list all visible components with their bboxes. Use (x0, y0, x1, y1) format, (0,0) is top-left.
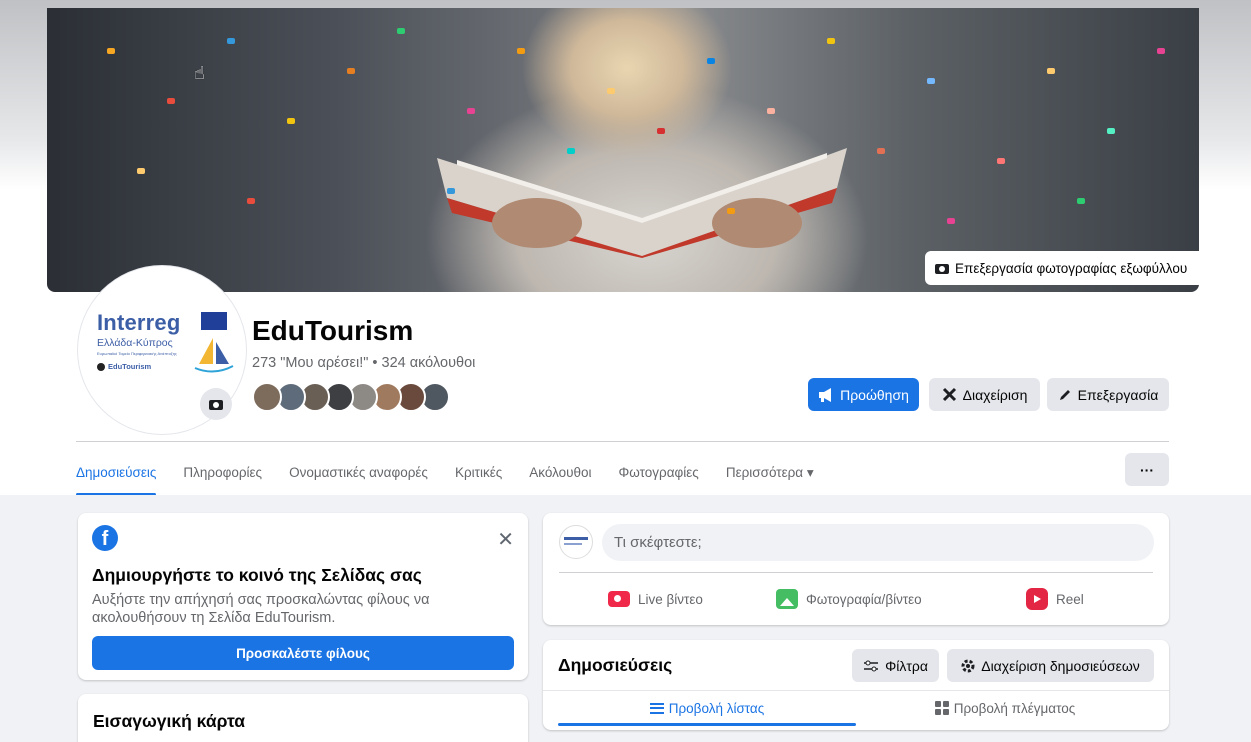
promote-button[interactable]: Προώθηση (808, 378, 919, 411)
grid-icon (934, 701, 949, 715)
active-tab-indicator (558, 723, 856, 726)
tab-more[interactable]: Περισσότερα ▾ (726, 455, 814, 495)
camera-icon (209, 398, 223, 410)
reel-label: Reel (1056, 591, 1084, 607)
follower-avatars[interactable] (252, 382, 450, 412)
eu-flag-icon (201, 312, 227, 330)
megaphone-icon (819, 387, 832, 402)
filters-button[interactable]: Φίλτρα (852, 649, 939, 682)
gear-icon (961, 659, 975, 672)
promote-label: Προώθηση (840, 386, 909, 403)
tab-photos[interactable]: Φωτογραφίες (619, 455, 699, 495)
photo-icon (776, 589, 798, 609)
photo-video-button[interactable]: Φωτογραφία/βίντεο (776, 585, 922, 613)
tab-followers[interactable]: Ακόλουθοι (529, 455, 591, 495)
posts-header-card: Δημοσιεύσεις Φίλτρα Διαχείριση δημοσιεύσ… (543, 640, 1169, 730)
page-stats: 273 "Μου αρέσει!" • 324 ακόλουθοι (252, 355, 476, 371)
logo-tagline: Ευρωπαϊκό Ταμείο Περιφερειακής Ανάπτυξης (97, 351, 177, 356)
mouse-cursor-icon: ☝ (194, 63, 205, 83)
header-divider (76, 441, 1169, 442)
follower-avatar[interactable] (252, 382, 282, 412)
cover-photo[interactable]: Επεξεργασία φωτογραφίας εξωφύλλου (47, 8, 1199, 292)
edit-cover-label: Επεξεργασία φωτογραφίας εξωφύλλου (955, 260, 1188, 276)
manage-label: Διαχείριση (962, 386, 1028, 403)
posts-divider (543, 690, 1169, 691)
promo-text: Αυξήστε την απήχησή σας προσκαλώντας φίλ… (92, 592, 430, 626)
composer-divider (559, 572, 1153, 573)
update-profile-picture-button[interactable] (200, 388, 232, 420)
tab-reviews[interactable]: Κριτικές (455, 455, 502, 495)
reel-icon (1026, 588, 1048, 610)
manage-posts-button[interactable]: Διαχείριση δημοσιεύσεων (947, 649, 1154, 682)
list-view-label: Προβολή λίστας (668, 700, 765, 716)
page-title: EduTourism (252, 315, 414, 346)
posts-title: Δημοσιεύσεις (558, 655, 673, 675)
photo-video-label: Φωτογραφία/βίντεο (806, 591, 922, 607)
edit-cover-photo-button[interactable]: Επεξεργασία φωτογραφίας εξωφύλλου (925, 251, 1199, 285)
interreg-logo: Interreg Ελλάδα-Κύπρος Ευρωπαϊκό Ταμείο … (97, 310, 237, 373)
live-video-label: Live βίντεο (638, 591, 703, 607)
live-video-icon (608, 591, 630, 607)
composer-input[interactable]: Τι σκέφτεστε; (602, 524, 1154, 561)
invite-friends-button[interactable]: Προσκαλέστε φίλους (92, 636, 514, 670)
tab-about[interactable]: Πληροφορίες (183, 455, 262, 495)
grid-view-tab[interactable]: Προβολή πλέγματος (856, 692, 1154, 724)
audience-promo-card: f ✕ Δημιουργήστε το κοινό της Σελίδας σα… (78, 513, 528, 680)
list-view-tab[interactable]: Προβολή λίστας (558, 692, 856, 724)
more-options-button[interactable]: ··· (1125, 453, 1169, 486)
camera-icon (935, 262, 949, 274)
filter-icon (864, 660, 879, 671)
page-avatar[interactable]: Interreg Ελλάδα-Κύπρος Ευρωπαϊκό Ταμείο … (78, 266, 246, 434)
sailboat-icon (194, 338, 234, 373)
tab-mentions[interactable]: Ονομαστικές αναφορές (289, 455, 428, 495)
grid-view-label: Προβολή πλέγματος (953, 700, 1076, 716)
manage-button[interactable]: Διαχείριση (929, 378, 1040, 411)
live-video-button[interactable]: Live βίντεο (608, 585, 703, 613)
intro-title: Εισαγωγική κάρτα (93, 711, 246, 731)
tab-posts[interactable]: Δημοσιεύσεις (76, 455, 157, 496)
composer-avatar (559, 525, 593, 559)
page-tabs: Δημοσιεύσεις Πληροφορίες Ονομαστικές ανα… (76, 455, 841, 496)
pencil-icon (1059, 389, 1070, 400)
edit-page-button[interactable]: Επεξεργασία (1047, 378, 1169, 411)
tools-icon (942, 387, 956, 402)
cover-book-image (437, 148, 847, 258)
close-icon[interactable]: ✕ (497, 527, 514, 552)
promo-title: Δημιουργήστε το κοινό της Σελίδας σας (92, 565, 422, 585)
post-composer: Τι σκέφτεστε; Live βίντεο Φωτογραφία/βίν… (543, 513, 1169, 625)
reel-button[interactable]: Reel (1026, 585, 1084, 613)
list-icon (649, 702, 664, 714)
edit-label: Επεξεργασία (1077, 386, 1159, 403)
facebook-icon: f (92, 525, 118, 551)
intro-card: Εισαγωγική κάρτα (78, 694, 528, 742)
manage-posts-label: Διαχείριση δημοσιεύσεων (981, 657, 1140, 674)
filters-label: Φίλτρα (885, 657, 928, 674)
